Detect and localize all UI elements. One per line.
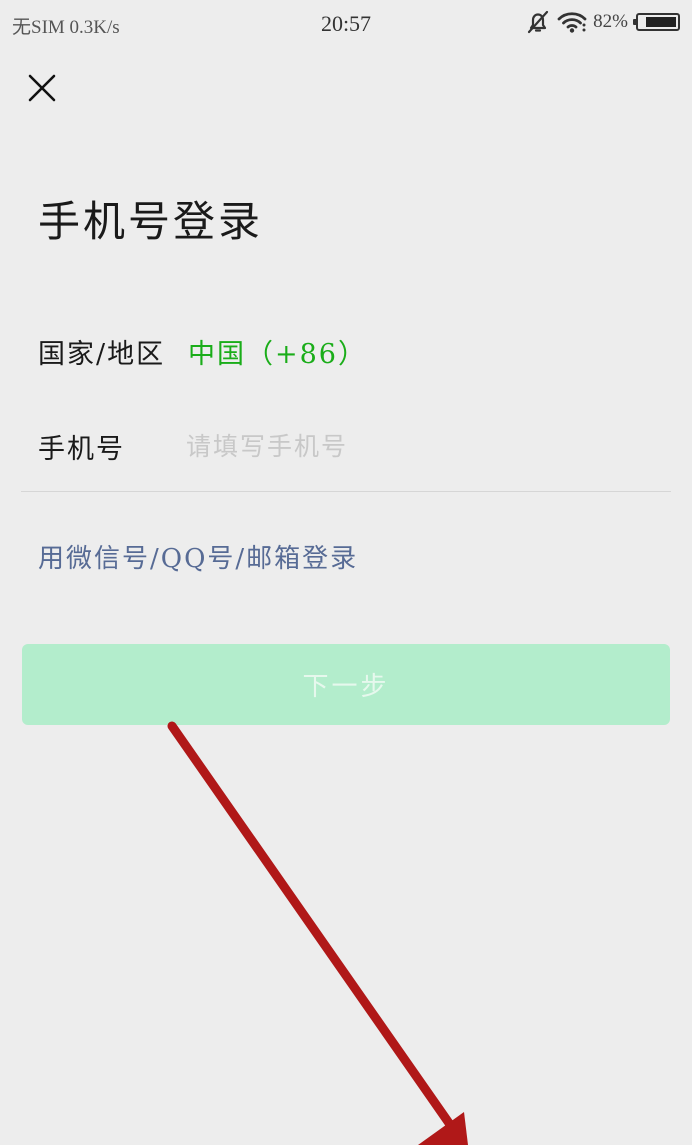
battery-percent: 82% xyxy=(593,11,628,32)
region-label: 国家/地区 xyxy=(38,339,166,370)
status-bar: 无SIM 0.3K/s 20:57 82% xyxy=(0,0,692,50)
close-button[interactable] xyxy=(22,68,62,108)
phone-row: 手机号 xyxy=(0,415,692,475)
phone-label: 手机号 xyxy=(38,434,125,465)
alt-login-link[interactable]: 用微信号/QQ号/邮箱登录 xyxy=(38,538,358,575)
status-right: 82% xyxy=(525,9,680,35)
annotation-arrow-line xyxy=(167,721,463,1141)
battery-level-fill xyxy=(646,17,676,27)
next-button[interactable]: 下一步 xyxy=(22,644,670,725)
region-selector[interactable]: 国家/地区 中国（+86） xyxy=(0,320,692,380)
phone-input[interactable] xyxy=(186,425,646,467)
battery-icon xyxy=(633,13,680,31)
close-icon xyxy=(28,74,56,102)
divider xyxy=(21,491,671,492)
region-value[interactable]: 中国（+86） xyxy=(188,332,367,371)
page-title: 手机号登录 xyxy=(38,197,264,246)
wifi-icon xyxy=(557,12,587,33)
alarm-off-icon xyxy=(528,10,549,34)
annotation-arrow-head xyxy=(418,1112,468,1145)
